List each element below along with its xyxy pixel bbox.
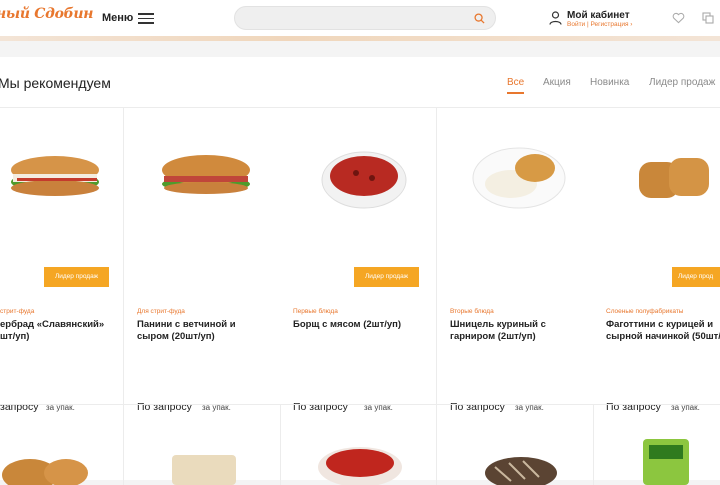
site-header: ный Сдобин Меню Мой кабинет Войти | Реги… [0, 0, 720, 36]
product-card[interactable]: Лидер продаж Первые блюда Борщ с мясом (… [280, 108, 437, 413]
recommend-section: Мы рекомендуем Все Акция Новинка Лидер п… [0, 57, 720, 485]
tab-promo[interactable]: Акция [543, 77, 571, 88]
product-card[interactable] [593, 405, 720, 485]
borscht-bowl-image [321, 151, 407, 209]
product-card[interactable] [0, 405, 124, 485]
product-category[interactable]: Слоеные полуфабрикаты [606, 308, 683, 315]
product-card[interactable]: Лидер прод Слоеные полуфабрикаты Фаготти… [593, 108, 720, 413]
product-card[interactable] [124, 405, 281, 485]
product-category[interactable]: Для стрит-фуда [137, 308, 185, 315]
banner-strip [0, 36, 720, 41]
product-name[interactable]: Фаготтини с курицей и сырной начинкой (5… [606, 319, 720, 343]
product-name[interactable]: Панини с ветчиной и сыром (20шт/уп) [137, 319, 255, 343]
menu-label[interactable]: Меню [102, 12, 133, 24]
section-title: Мы рекомендуем [0, 75, 111, 91]
compare-icon[interactable] [702, 12, 714, 24]
account-links[interactable]: Войти | Регистрация › [567, 21, 632, 28]
red-dish-image [318, 447, 402, 485]
product-card[interactable] [280, 405, 437, 485]
croissant-image [2, 459, 88, 485]
bestseller-badge[interactable]: Лидер продаж [354, 267, 419, 287]
product-category[interactable]: Первые блюда [293, 308, 338, 315]
hotdog-sandwich-image [11, 156, 99, 196]
product-name[interactable]: ербрад «Славянский» шт/уп) [0, 319, 118, 343]
product-category[interactable]: Вторые блюда [450, 308, 494, 315]
search-input[interactable] [245, 11, 465, 27]
product-card[interactable]: Для стрит-фуда Панини с ветчиной и сыром… [124, 108, 281, 413]
product-card[interactable]: Лидер продаж стрит-фуда ербрад «Славянск… [0, 108, 124, 413]
account-title[interactable]: Мой кабинет [567, 10, 630, 21]
bread-image [485, 457, 557, 485]
dough-pack-image [643, 439, 689, 485]
brand-logo[interactable]: ный Сдобин [0, 6, 94, 22]
user-icon[interactable] [549, 11, 562, 25]
product-card[interactable] [437, 405, 594, 485]
schnitzel-plate-image [472, 147, 566, 209]
fagottini-image [639, 158, 709, 198]
tab-all[interactable]: Все [507, 77, 525, 94]
product-name[interactable]: Шницель куриный с гарниром (2шт/уп) [450, 319, 568, 343]
tab-bestseller[interactable]: Лидер продаж [649, 77, 715, 88]
product-category[interactable]: стрит-фуда [0, 308, 34, 315]
heart-icon[interactable] [672, 12, 685, 24]
panini-image [162, 155, 250, 194]
bestseller-badge[interactable]: Лидер продаж [44, 267, 109, 287]
product-name[interactable]: Борщ с мясом (2шт/уп) [293, 319, 411, 331]
search-bar [234, 6, 496, 30]
product-card[interactable]: Вторые блюда Шницель куриный с гарниром … [437, 108, 594, 413]
hamburger-icon[interactable] [138, 13, 154, 24]
tab-new[interactable]: Новинка [590, 77, 629, 88]
search-icon[interactable] [474, 13, 485, 24]
bestseller-badge[interactable]: Лидер прод [672, 267, 720, 287]
